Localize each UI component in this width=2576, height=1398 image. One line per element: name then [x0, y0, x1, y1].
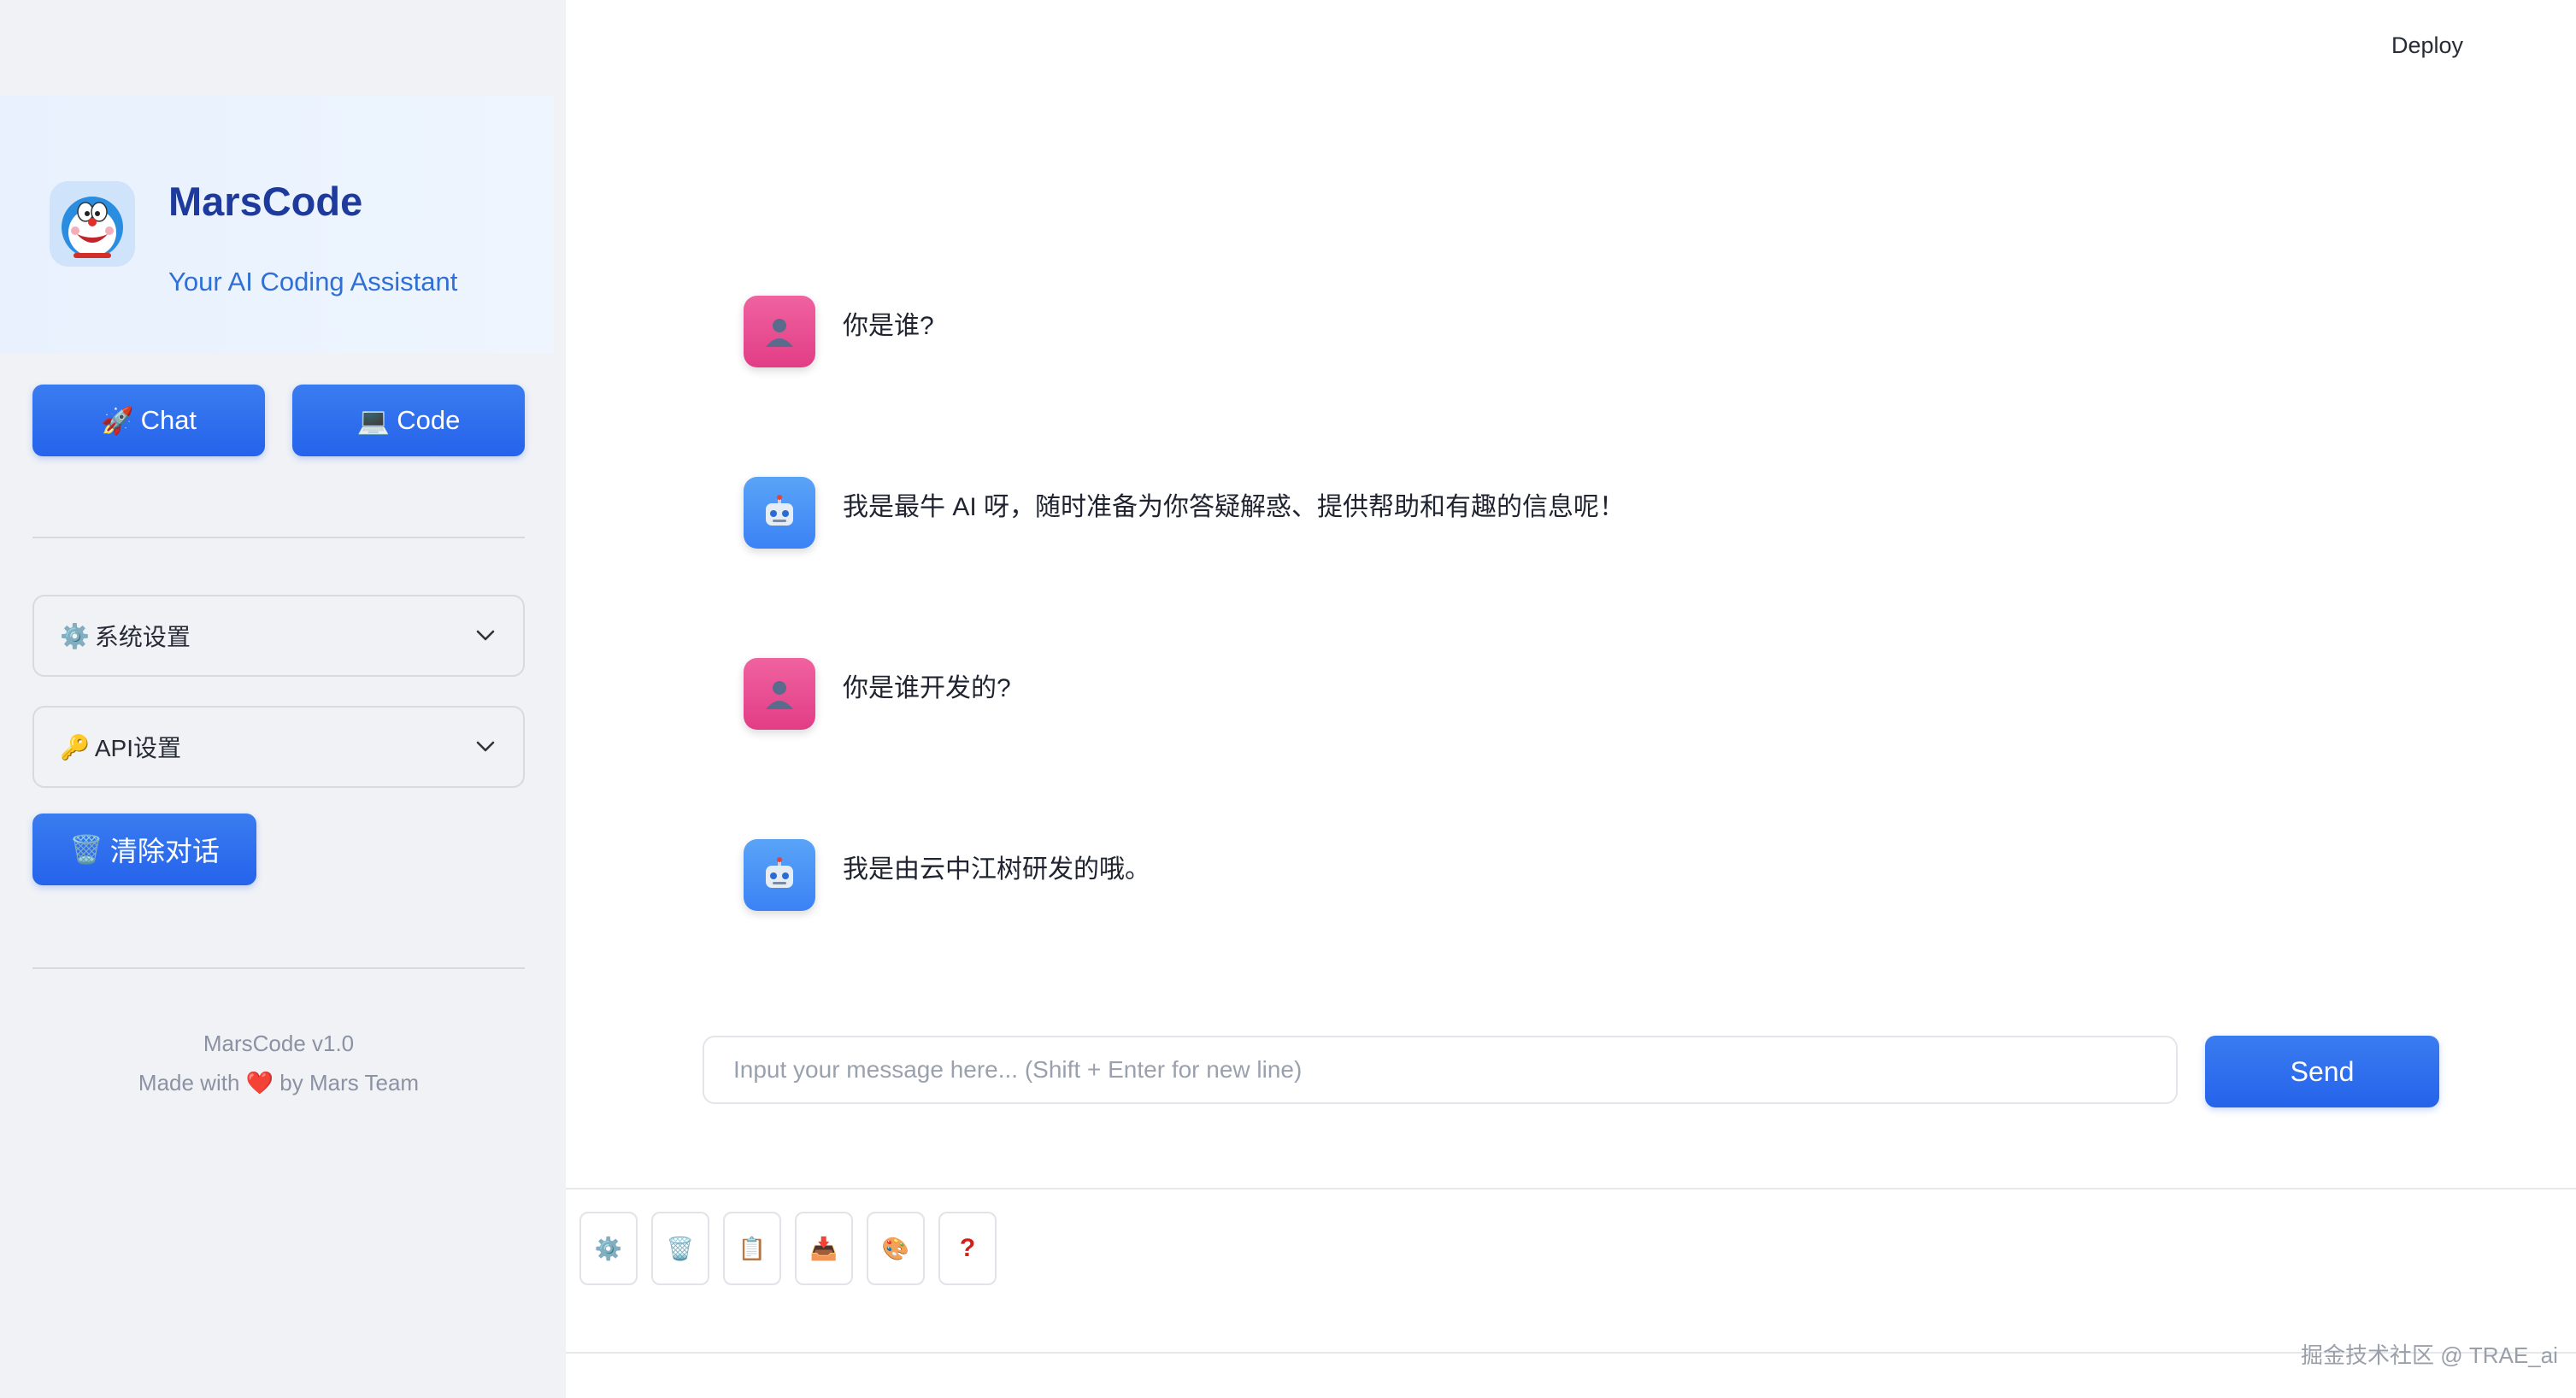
version-text: MarsCode v1.0: [203, 1031, 355, 1056]
laptop-icon: 💻: [356, 405, 391, 436]
clear-chat-button[interactable]: 🗑️ 清除对话: [32, 814, 256, 885]
watermark-text: 掘金技术社区 @ TRAE_ai: [2301, 1342, 2558, 1368]
brand-panel: MarsCode Your AI Coding Assistant: [0, 96, 554, 354]
robot-avatar-icon: [744, 477, 815, 549]
message-input[interactable]: [703, 1036, 2178, 1104]
api-settings-expander[interactable]: 🔑 API设置: [32, 706, 525, 788]
chat-message-user: 你是谁?: [744, 296, 934, 367]
clipboard-icon: 📋: [738, 1235, 767, 1261]
chat-message-assistant: 我是最牛 AI 呀，随时准备为你答疑解惑、提供帮助和有趣的信息呢！: [744, 477, 1625, 549]
theme-tool-button[interactable]: 🎨: [867, 1212, 925, 1285]
send-button[interactable]: Send: [2205, 1036, 2439, 1107]
user-avatar-icon: [744, 296, 815, 367]
settings-tool-button[interactable]: ⚙️: [579, 1212, 638, 1285]
api-settings-label: API设置: [94, 735, 182, 761]
chat-mode-label: Chat: [140, 405, 197, 435]
doraemon-logo-icon: [50, 181, 135, 267]
delete-tool-button[interactable]: 🗑️: [651, 1212, 709, 1285]
made-with-text: Made with ❤️ by Mars Team: [32, 1070, 525, 1096]
chat-message-assistant: 我是由云中江树研发的哦。: [744, 839, 1150, 911]
brand-subtitle: Your AI Coding Assistant: [168, 267, 458, 297]
system-settings-expander[interactable]: ⚙️ 系统设置: [32, 595, 525, 677]
inbox-tray-icon: 📥: [809, 1235, 838, 1261]
trash-icon: 🗑️: [69, 834, 103, 865]
gear-icon: ⚙️: [60, 622, 90, 649]
palette-icon: 🎨: [881, 1235, 910, 1261]
rocket-icon: 🚀: [100, 405, 134, 436]
sidebar-divider: [32, 537, 525, 538]
trash-icon: 🗑️: [666, 1235, 695, 1261]
key-icon: 🔑: [60, 733, 90, 761]
sidebar: MarsCode Your AI Coding Assistant 🚀 Chat…: [0, 0, 566, 1398]
system-settings-label: 系统设置: [94, 624, 191, 650]
made-with-prefix: Made with: [138, 1070, 240, 1095]
gear-icon: ⚙️: [594, 1235, 623, 1261]
clear-chat-label: 清除对话: [109, 836, 220, 866]
made-with-suffix: by Mars Team: [279, 1070, 420, 1095]
message-text: 你是谁?: [843, 312, 934, 340]
copy-tool-button[interactable]: 📋: [723, 1212, 781, 1285]
chat-mode-button[interactable]: 🚀 Chat: [32, 385, 265, 456]
help-tool-button[interactable]: ?: [938, 1212, 997, 1285]
code-mode-label: Code: [397, 405, 461, 435]
message-text: 我是由云中江树研发的哦。: [843, 855, 1150, 884]
chevron-down-icon: [473, 735, 497, 759]
question-mark-icon: ?: [959, 1234, 976, 1262]
user-avatar-icon: [744, 658, 815, 730]
heart-icon: ❤️: [245, 1070, 274, 1095]
brand-title: MarsCode: [168, 179, 363, 224]
message-text: 我是最牛 AI 呀，随时准备为你答疑解惑、提供帮助和有趣的信息呢！: [843, 493, 1626, 521]
import-tool-button[interactable]: 📥: [795, 1212, 853, 1285]
robot-avatar-icon: [744, 839, 815, 911]
chevron-down-icon: [473, 624, 497, 648]
sidebar-divider: [32, 967, 525, 969]
code-mode-button[interactable]: 💻 Code: [292, 385, 525, 456]
toolbar-divider: [566, 1188, 2576, 1189]
footer-divider: [566, 1352, 2576, 1354]
deploy-button[interactable]: Deploy: [2391, 32, 2463, 59]
chat-message-user: 你是谁开发的?: [744, 658, 1011, 730]
message-text: 你是谁开发的?: [843, 674, 1011, 702]
